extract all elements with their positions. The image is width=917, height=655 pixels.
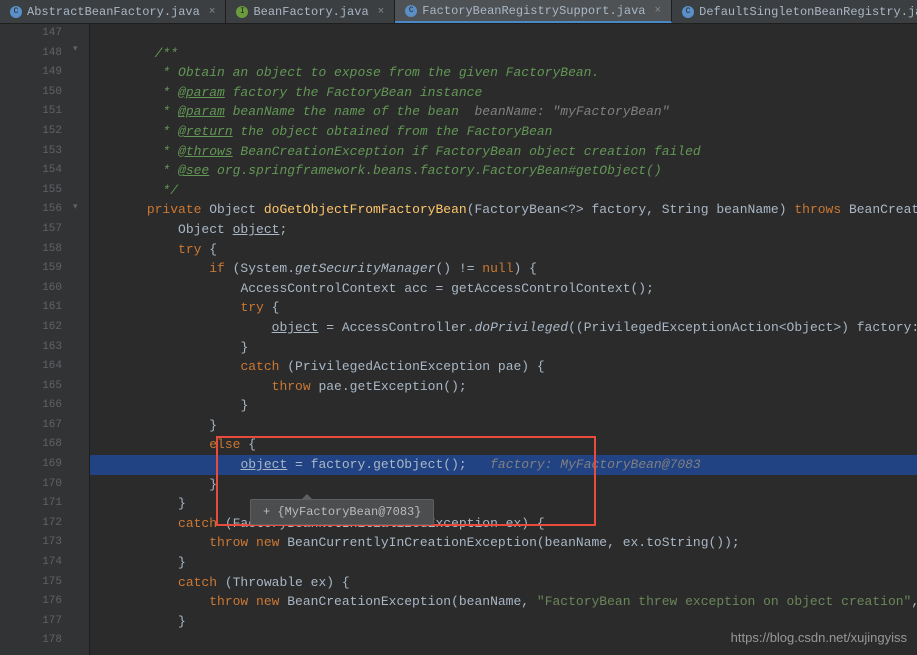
line-number: 168 (0, 435, 62, 455)
line-number: 172 (0, 514, 62, 534)
code-line: * @param factory the FactoryBean instanc… (90, 83, 917, 103)
java-class-icon: C (682, 6, 694, 18)
java-interface-icon: I (236, 6, 248, 18)
code-line: } (90, 494, 917, 514)
line-number: 163 (0, 338, 62, 358)
line-number: 154 (0, 161, 62, 181)
code-content[interactable]: /** * Obtain an object to expose from th… (90, 24, 917, 655)
tab-label: BeanFactory.java (253, 5, 368, 19)
line-number-gutter: 147 148 149 150 151 152 153 154 155 156 … (0, 24, 70, 655)
code-line: } (90, 396, 917, 416)
code-line: catch (FactoryBeanNotInitializedExceptio… (90, 514, 917, 534)
code-line: } (90, 338, 917, 358)
line-number: 176 (0, 592, 62, 612)
line-number: 160 (0, 279, 62, 299)
line-number: 159 (0, 259, 62, 279)
line-number: 177 (0, 612, 62, 632)
line-number: 148 (0, 44, 62, 64)
debug-value-tooltip[interactable]: + {MyFactoryBean@7083} (250, 499, 434, 525)
fold-icon[interactable]: ▾ (73, 202, 78, 212)
line-number: 175 (0, 573, 62, 593)
tab-defaultsingleton[interactable]: C DefaultSingletonBeanRegistry.java × (672, 0, 917, 23)
line-number: 149 (0, 63, 62, 83)
code-line: } (90, 553, 917, 573)
line-number: 171 (0, 494, 62, 514)
fold-gutter: ▾ ▾ (70, 24, 90, 655)
tab-label: FactoryBeanRegistrySupport.java (422, 4, 645, 18)
line-number: 156 (0, 200, 62, 220)
code-line: * @param beanName the name of the bean b… (90, 102, 917, 122)
editor-tabs: C AbstractBeanFactory.java × I BeanFacto… (0, 0, 917, 24)
tab-abstractbeanfactory[interactable]: C AbstractBeanFactory.java × (0, 0, 226, 23)
line-number: 165 (0, 377, 62, 397)
code-line: catch (PrivilegedActionException pae) { (90, 357, 917, 377)
line-number: 153 (0, 142, 62, 162)
code-line: object = AccessController.doPrivileged((… (90, 318, 917, 338)
code-line: } (90, 475, 917, 495)
code-line: } (90, 612, 917, 632)
code-line: * @return the object obtained from the F… (90, 122, 917, 142)
close-icon[interactable]: × (209, 6, 216, 18)
code-line: private Object doGetObjectFromFactoryBea… (90, 200, 917, 220)
java-class-icon: C (405, 5, 417, 17)
line-number: 169 (0, 455, 62, 475)
line-number: 166 (0, 396, 62, 416)
code-line: /** (90, 44, 917, 64)
code-line: } (90, 416, 917, 436)
line-number: 167 (0, 416, 62, 436)
line-number: 162 (0, 318, 62, 338)
line-number: 178 (0, 631, 62, 651)
code-line: throw new BeanCurrentlyInCreationExcepti… (90, 533, 917, 553)
line-number: 152 (0, 122, 62, 142)
line-number: 150 (0, 83, 62, 103)
close-icon[interactable]: × (655, 5, 662, 17)
line-number: 161 (0, 298, 62, 318)
code-line (90, 24, 917, 44)
code-line: else { (90, 435, 917, 455)
code-line: throw new BeanCreationException(beanName… (90, 592, 917, 612)
line-number: 155 (0, 181, 62, 201)
code-line-current: object = factory.getObject(); factory: M… (90, 455, 917, 475)
code-line: try { (90, 240, 917, 260)
tab-factorybeanregistry[interactable]: C FactoryBeanRegistrySupport.java × (395, 0, 672, 23)
watermark-text: https://blog.csdn.net/xujingyiss (731, 630, 907, 645)
code-line: * @see org.springframework.beans.factory… (90, 161, 917, 181)
code-line: try { (90, 298, 917, 318)
line-number: 158 (0, 240, 62, 260)
tab-beanfactory[interactable]: I BeanFactory.java × (226, 0, 395, 23)
java-class-icon: C (10, 6, 22, 18)
line-number: 151 (0, 102, 62, 122)
line-number: 147 (0, 24, 62, 44)
fold-icon[interactable]: ▾ (73, 44, 78, 54)
code-line: throw pae.getException(); (90, 377, 917, 397)
tab-label: AbstractBeanFactory.java (27, 5, 200, 19)
code-line: * @throws BeanCreationException if Facto… (90, 142, 917, 162)
code-line: catch (Throwable ex) { (90, 573, 917, 593)
tooltip-value: {MyFactoryBean@7083} (277, 505, 421, 519)
tab-label: DefaultSingletonBeanRegistry.java (699, 5, 917, 19)
code-line: */ (90, 181, 917, 201)
line-number: 164 (0, 357, 62, 377)
close-icon[interactable]: × (378, 6, 385, 18)
line-number: 174 (0, 553, 62, 573)
code-line: AccessControlContext acc = getAccessCont… (90, 279, 917, 299)
code-line: if (System.getSecurityManager() != null)… (90, 259, 917, 279)
line-number: 173 (0, 533, 62, 553)
code-line: * Obtain an object to expose from the gi… (90, 63, 917, 83)
line-number: 170 (0, 475, 62, 495)
code-editor[interactable]: 147 148 149 150 151 152 153 154 155 156 … (0, 24, 917, 655)
code-line: Object object; (90, 220, 917, 240)
line-number: 157 (0, 220, 62, 240)
tooltip-plus-icon: + (263, 505, 277, 519)
